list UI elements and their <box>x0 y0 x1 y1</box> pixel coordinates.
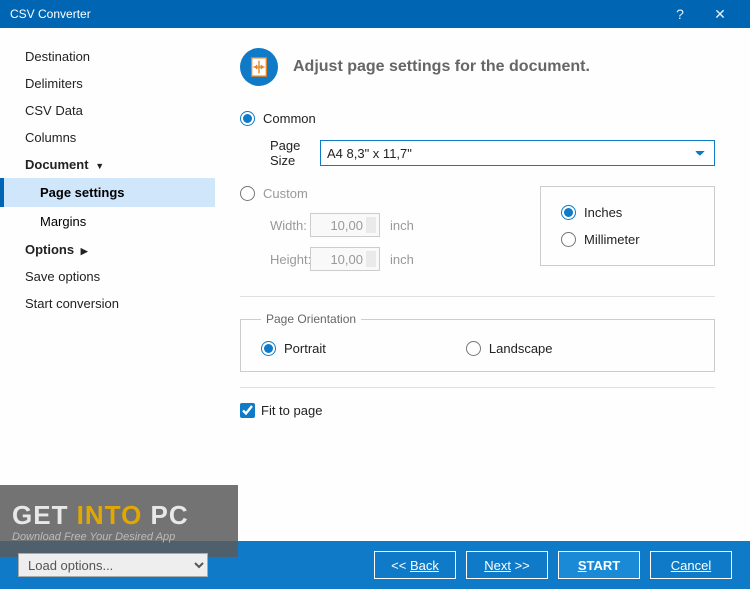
chevron-down-icon: ▼ <box>95 161 104 171</box>
page-title: Adjust page settings for the document. <box>293 58 590 76</box>
cancel-button[interactable]: Cancel <box>650 551 732 579</box>
page-size-label: Page Size <box>240 138 320 168</box>
sidebar: Destination Delimiters CSV Data Columns … <box>0 28 215 541</box>
sidebar-sub-margins[interactable]: Margins <box>0 207 215 236</box>
inches-label: Inches <box>584 205 622 220</box>
back-button[interactable]: << Back <box>374 551 456 579</box>
landscape-radio[interactable] <box>466 341 481 356</box>
page-orientation-group: Page Orientation Portrait Landscape <box>240 312 715 372</box>
sidebar-item-destination[interactable]: Destination <box>0 43 215 70</box>
unit-group: Inches Millimeter <box>540 186 715 266</box>
common-radio[interactable] <box>240 111 255 126</box>
width-spinner[interactable]: 10,00 <box>310 213 380 237</box>
custom-radio[interactable] <box>240 186 255 201</box>
sidebar-item-delimiters[interactable]: Delimiters <box>0 70 215 97</box>
separator <box>240 387 715 388</box>
start-text: TART <box>586 558 620 573</box>
page-orientation-legend: Page Orientation <box>261 312 361 326</box>
sidebar-item-save-options[interactable]: Save options <box>0 263 215 290</box>
page-settings-icon <box>240 48 278 86</box>
start-button[interactable]: START <box>558 551 640 579</box>
millimeter-radio[interactable] <box>561 232 576 247</box>
portrait-label: Portrait <box>284 341 326 356</box>
load-options-select[interactable]: Load options... <box>18 553 208 577</box>
landscape-label: Landscape <box>489 341 553 356</box>
width-label: Width: <box>240 218 300 233</box>
height-unit: inch <box>390 252 414 267</box>
chevron-right-icon: ▶ <box>81 246 88 257</box>
separator <box>240 296 715 297</box>
sidebar-item-document[interactable]: Document ▼ <box>0 151 215 178</box>
custom-label: Custom <box>263 186 308 201</box>
height-label: Height: <box>240 252 300 267</box>
width-unit: inch <box>390 218 414 233</box>
fit-to-page-label: Fit to page <box>261 403 322 418</box>
content-pane: Adjust page settings for the document. C… <box>215 28 750 541</box>
help-button[interactable]: ? <box>660 6 700 22</box>
page-size-select[interactable]: A4 8,3" x 11,7" <box>320 140 715 166</box>
window-title: CSV Converter <box>10 7 660 21</box>
inches-radio[interactable] <box>561 205 576 220</box>
sidebar-item-options[interactable]: Options ▶ <box>0 236 215 263</box>
next-button[interactable]: Next >> <box>466 551 548 579</box>
titlebar: CSV Converter ? ✕ <box>0 0 750 28</box>
footer: Load options... << Back Next >> START Ca… <box>0 541 750 589</box>
fit-to-page-checkbox[interactable] <box>240 403 255 418</box>
sidebar-sub-page-settings[interactable]: Page settings <box>0 178 215 207</box>
sidebar-item-start-conversion[interactable]: Start conversion <box>0 290 215 317</box>
common-label: Common <box>263 111 316 126</box>
portrait-radio[interactable] <box>261 341 276 356</box>
height-spinner[interactable]: 10,00 <box>310 247 380 271</box>
sidebar-item-columns[interactable]: Columns <box>0 124 215 151</box>
millimeter-label: Millimeter <box>584 232 640 247</box>
close-button[interactable]: ✕ <box>700 6 740 23</box>
sidebar-item-csv-data[interactable]: CSV Data <box>0 97 215 124</box>
